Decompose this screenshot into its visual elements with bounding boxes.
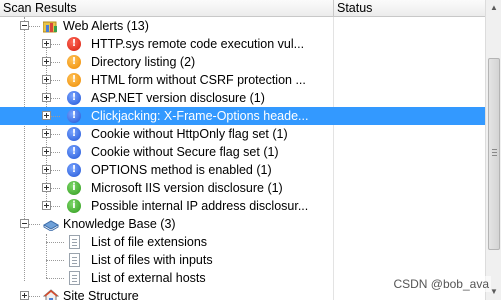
alert-label: Cookie without HttpOnly flag set (1) bbox=[91, 127, 288, 141]
alert-label: Clickjacking: X-Frame-Options heade... bbox=[91, 109, 309, 123]
expand-toggle[interactable] bbox=[42, 147, 51, 156]
tree-guide-line bbox=[46, 278, 64, 279]
alert-label: Cookie without Secure flag set (1) bbox=[91, 145, 279, 159]
alert-item[interactable]: ! HTTP.sys remote code execution vul... bbox=[0, 35, 485, 53]
collapse-toggle[interactable] bbox=[20, 219, 29, 228]
tree-node-label: Site Structure bbox=[63, 289, 139, 300]
scrollbar-thumb[interactable] bbox=[488, 58, 500, 250]
alert-label: Possible internal IP address disclosur..… bbox=[91, 199, 309, 213]
tree-node-label: List of files with inputs bbox=[91, 253, 213, 267]
document-icon bbox=[69, 271, 80, 285]
alert-label: HTTP.sys remote code execution vul... bbox=[91, 37, 305, 51]
vertical-scrollbar[interactable]: ▲ ▼ bbox=[485, 0, 501, 300]
scan-results-tree: Web Alerts (13) ! HTTP.sys remote code ex… bbox=[0, 17, 485, 300]
alert-label: HTML form without CSRF protection ... bbox=[91, 73, 306, 87]
expand-toggle[interactable] bbox=[42, 39, 51, 48]
alert-label: Directory listing (2) bbox=[91, 55, 196, 69]
expand-toggle[interactable] bbox=[42, 57, 51, 66]
tree-node-kb-item[interactable]: List of files with inputs bbox=[0, 251, 485, 269]
tree-node-kb-item[interactable]: List of file extensions bbox=[0, 233, 485, 251]
column-header-status[interactable]: Status bbox=[333, 0, 485, 17]
grip-line bbox=[492, 149, 497, 150]
scroll-up-arrow-icon[interactable]: ▲ bbox=[487, 0, 501, 16]
expand-toggle[interactable] bbox=[42, 111, 51, 120]
low-severity-alert-icon: ! bbox=[67, 91, 81, 105]
medium-severity-alert-icon: ! bbox=[67, 73, 81, 87]
alert-item[interactable]: ! Cookie without HttpOnly flag set (1) bbox=[0, 125, 485, 143]
collapse-toggle[interactable] bbox=[20, 21, 29, 30]
tree-guide-line bbox=[46, 242, 64, 243]
tree-node-web-alerts[interactable]: Web Alerts (13) bbox=[0, 17, 485, 35]
web-alerts-folder-icon bbox=[43, 21, 57, 33]
expand-toggle[interactable] bbox=[42, 165, 51, 174]
grip-line bbox=[492, 155, 497, 156]
low-severity-alert-icon: ! bbox=[67, 127, 81, 141]
expand-toggle[interactable] bbox=[42, 93, 51, 102]
alert-label: OPTIONS method is enabled (1) bbox=[91, 163, 272, 177]
alert-item[interactable]: ! OPTIONS method is enabled (1) bbox=[0, 161, 485, 179]
tree-node-knowledge-base[interactable]: Knowledge Base (3) bbox=[0, 215, 485, 233]
expand-toggle[interactable] bbox=[42, 129, 51, 138]
tree-node-label: List of external hosts bbox=[91, 271, 206, 285]
column-header-bar: Scan Results Status bbox=[0, 0, 501, 17]
alert-item[interactable]: ! HTML form without CSRF protection ... bbox=[0, 71, 485, 89]
tree-node-label: Web Alerts (13) bbox=[63, 19, 149, 33]
document-icon bbox=[69, 235, 80, 249]
expand-toggle[interactable] bbox=[42, 183, 51, 192]
column-header-scan-results[interactable]: Scan Results bbox=[0, 0, 333, 17]
high-severity-alert-icon: ! bbox=[67, 37, 81, 51]
alert-item[interactable]: ! Cookie without Secure flag set (1) bbox=[0, 143, 485, 161]
alert-item[interactable]: i Possible internal IP address disclosur.… bbox=[0, 197, 485, 215]
site-structure-icon bbox=[43, 289, 59, 300]
tree-guide-line bbox=[46, 260, 64, 261]
alert-item[interactable]: ! ASP.NET version disclosure (1) bbox=[0, 89, 485, 107]
expand-toggle[interactable] bbox=[42, 75, 51, 84]
info-severity-icon: i bbox=[67, 181, 81, 195]
expand-toggle[interactable] bbox=[20, 291, 29, 300]
watermark: CSDN @bob_ava bbox=[391, 276, 491, 292]
info-severity-icon: i bbox=[67, 199, 81, 213]
alert-item[interactable]: i Microsoft IIS version disclosure (1) bbox=[0, 179, 485, 197]
alert-label: ASP.NET version disclosure (1) bbox=[91, 91, 265, 105]
low-severity-alert-icon: ! bbox=[67, 109, 81, 123]
grip-line bbox=[492, 152, 497, 153]
knowledge-base-icon bbox=[43, 220, 59, 231]
alert-label: Microsoft IIS version disclosure (1) bbox=[91, 181, 283, 195]
tree-node-label: Knowledge Base (3) bbox=[63, 217, 176, 231]
low-severity-alert-icon: ! bbox=[67, 163, 81, 177]
alert-item[interactable]: ! Directory listing (2) bbox=[0, 53, 485, 71]
expand-toggle[interactable] bbox=[42, 201, 51, 210]
tree-node-label: List of file extensions bbox=[91, 235, 208, 249]
low-severity-alert-icon: ! bbox=[67, 145, 81, 159]
document-icon bbox=[69, 253, 80, 267]
alert-item[interactable]: ! Clickjacking: X-Frame-Options heade... bbox=[0, 107, 485, 125]
medium-severity-alert-icon: ! bbox=[67, 55, 81, 69]
